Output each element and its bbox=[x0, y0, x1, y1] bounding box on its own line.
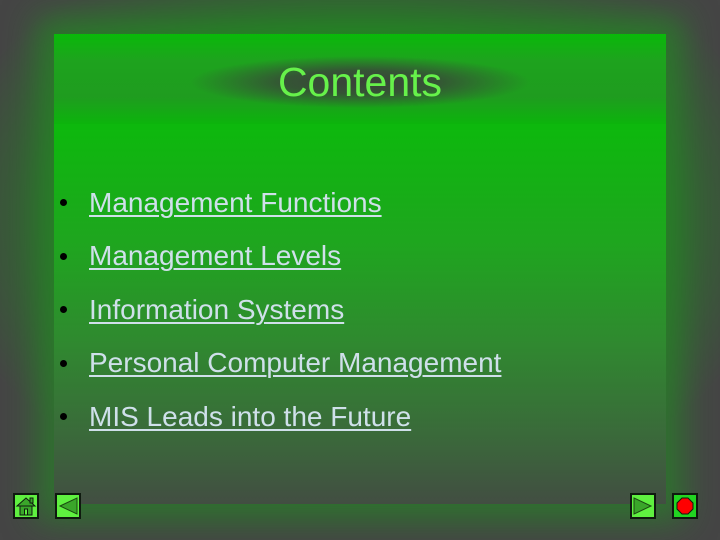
bullet-icon bbox=[60, 252, 67, 260]
link-personal-computer-management[interactable]: Personal Computer Management bbox=[89, 343, 501, 383]
home-icon bbox=[15, 497, 37, 516]
bullet-icon bbox=[60, 306, 67, 314]
bullet-icon bbox=[60, 359, 67, 367]
list-item: MIS Leads into the Future bbox=[58, 390, 501, 444]
link-management-levels[interactable]: Management Levels bbox=[89, 236, 341, 276]
link-mis-leads-into-the-future[interactable]: MIS Leads into the Future bbox=[89, 397, 411, 437]
link-information-systems[interactable]: Information Systems bbox=[89, 290, 344, 330]
list-item: Information Systems bbox=[58, 283, 501, 337]
home-button[interactable] bbox=[13, 493, 39, 519]
stop-octagon-icon bbox=[676, 497, 694, 515]
slide-title: Contents bbox=[277, 59, 443, 105]
end-show-button[interactable] bbox=[672, 493, 698, 519]
contents-list: Management Functions Management Levels I… bbox=[58, 176, 501, 444]
bullet-icon bbox=[60, 199, 67, 207]
previous-slide-button[interactable] bbox=[55, 493, 81, 519]
list-item: Management Levels bbox=[58, 230, 501, 284]
list-item: Management Functions bbox=[58, 176, 501, 230]
list-item: Personal Computer Management bbox=[58, 337, 501, 391]
triangle-right-icon bbox=[633, 497, 653, 515]
triangle-left-icon bbox=[58, 497, 78, 515]
next-slide-button[interactable] bbox=[630, 493, 656, 519]
bullet-icon bbox=[60, 413, 67, 421]
link-management-functions[interactable]: Management Functions bbox=[89, 183, 382, 223]
